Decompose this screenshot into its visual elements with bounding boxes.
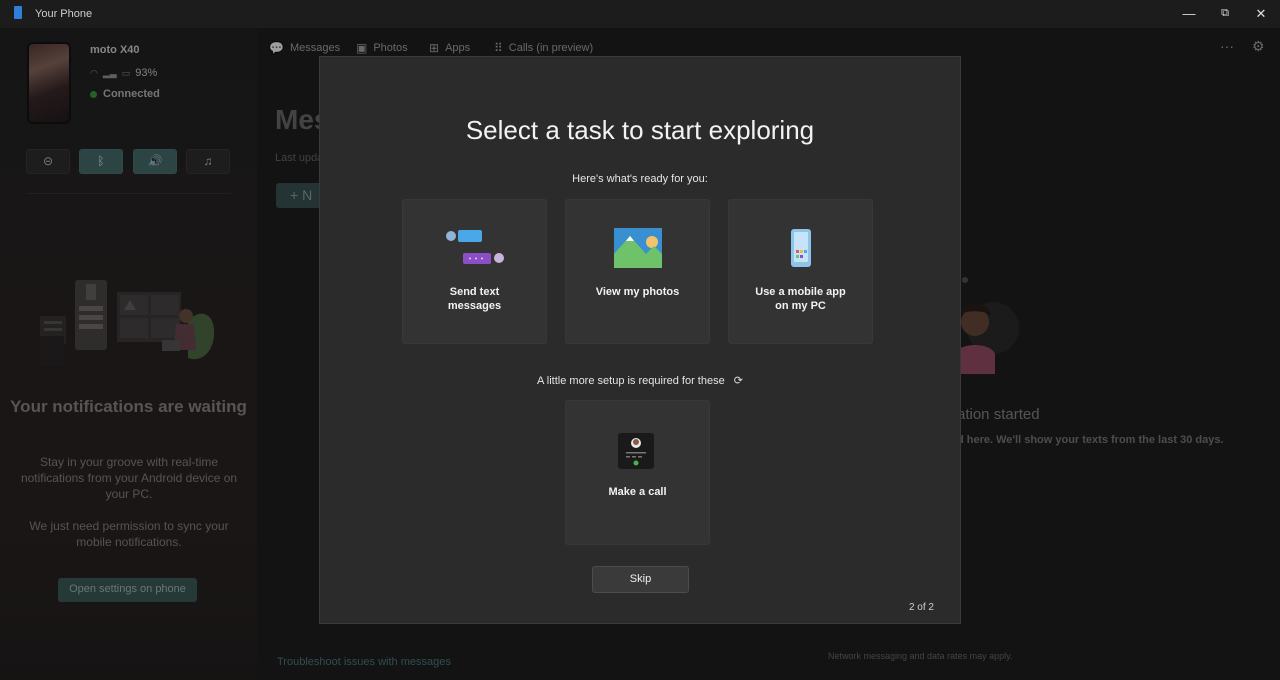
make-a-call-card[interactable]: Make a call — [565, 400, 710, 545]
your-phone-logo-icon — [14, 6, 22, 19]
window-title: Your Phone — [35, 8, 93, 20]
view-my-photos-card[interactable]: View my photos — [565, 199, 710, 344]
send-text-messages-label-line1: Send text — [449, 286, 500, 298]
ready-heading: Here's what's ready for you: — [572, 173, 708, 185]
use-mobile-app-label-line1: Use a mobile app — [755, 286, 846, 298]
mobile-phone-apps-icon — [791, 229, 811, 267]
setup-required-text: A little more setup is required for thes… — [537, 375, 725, 387]
page-indicator: 2 of 2 — [908, 602, 934, 613]
phone-call-icon — [618, 433, 654, 469]
setup-spinner-icon: ⟳ — [733, 375, 743, 387]
setup-required-heading: A little more setup is required for thes… — [320, 374, 960, 387]
minimize-button[interactable]: — — [1172, 0, 1206, 28]
send-text-messages-card[interactable]: Send text messages — [402, 199, 547, 344]
skip-button[interactable]: Skip — [592, 566, 689, 593]
view-my-photos-label: View my photos — [595, 286, 680, 298]
use-mobile-app-card[interactable]: Use a mobile app on my PC — [728, 199, 873, 344]
use-mobile-app-label-line2: on my PC — [775, 300, 826, 312]
landscape-photo-icon — [614, 228, 662, 268]
make-a-call-label: Make a call — [608, 486, 667, 498]
task-selection-dialog: Select a task to start exploring Here's … — [319, 56, 961, 624]
maximize-button[interactable]: ⧉ — [1208, 0, 1242, 28]
send-text-messages-label-line2: messages — [447, 300, 502, 312]
close-button[interactable]: ✕ — [1244, 0, 1278, 28]
dialog-title: Select a task to start exploring — [465, 115, 815, 145]
title-bar: Your Phone — ⧉ ✕ — [0, 0, 1280, 28]
chat-bubbles-icon — [446, 230, 504, 264]
